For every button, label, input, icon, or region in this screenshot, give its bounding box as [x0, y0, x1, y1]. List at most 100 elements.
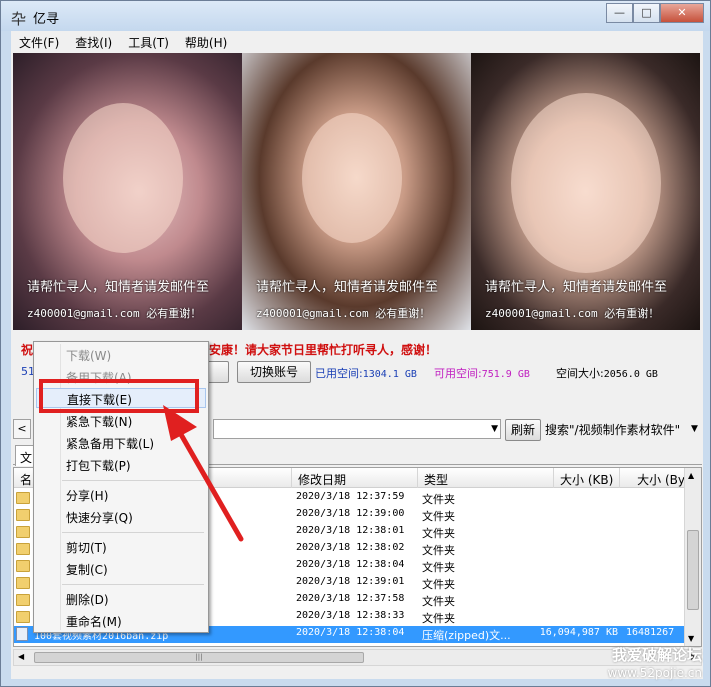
caption-line: 请帮忙寻人，知情者请发邮件至 [256, 280, 439, 295]
row-date: 2020/3/18 12:38:04 [296, 559, 405, 570]
menu-file[interactable]: 文件(F) [11, 31, 67, 53]
row-date: 2020/3/18 12:38:02 [296, 542, 405, 553]
menu-find[interactable]: 查找(I) [67, 31, 120, 53]
caption-line: 请帮忙寻人，知情者请发邮件至 [27, 280, 210, 295]
menu-item-download[interactable]: 下载(W) [34, 345, 208, 365]
folder-icon [16, 526, 30, 538]
row-type: 文件夹 [422, 544, 455, 557]
search-scope-label: 搜索"/视频制作素材软件" [545, 423, 681, 437]
close-button[interactable]: ✕ [660, 3, 704, 23]
menu-item-urgent-backup-download[interactable]: 紧急备用下载(L) [34, 433, 208, 453]
caption-email: z400001@gmail.com 必有重谢！ [256, 307, 431, 320]
total-space-label: 空间大小: [556, 367, 604, 380]
watermark: 我爱破解论坛 www.52pojie.cn [608, 646, 702, 682]
switch-account-button[interactable]: 切换账号 [237, 361, 311, 383]
row-type: 文件夹 [422, 527, 455, 540]
zip-file-icon [16, 627, 28, 641]
row-type: 文件夹 [422, 510, 455, 523]
total-space: 空间大小:2056.0 GB [556, 365, 658, 381]
scroll-thumb[interactable]: ||| [34, 652, 364, 663]
row-size-bytes: 16481267 [626, 627, 675, 638]
annotation-highlight-box [39, 379, 199, 413]
refresh-button[interactable]: 刷新 [505, 419, 541, 441]
photo-caption: 请帮忙寻人，知情者请发邮件至 z400001@gmail.com 必有重谢！ [256, 275, 468, 327]
notice-prefix: 祝 [21, 343, 34, 357]
menu-separator [62, 480, 204, 481]
photo-banner: 请帮忙寻人，知情者请发邮件至 z400001@gmail.com 必有重谢！ 请… [13, 53, 702, 330]
row-date: 2020/3/18 12:37:59 [296, 491, 405, 502]
photo-caption: 请帮忙寻人，知情者请发邮件至 z400001@gmail.com 必有重谢！ [485, 275, 697, 327]
available-space-label: 可用空间: [434, 367, 482, 380]
face-shape [511, 93, 661, 273]
menu-item-delete[interactable]: 删除(D) [34, 589, 208, 609]
menu-item-cut[interactable]: 剪切(T) [34, 537, 208, 557]
menu-item-quick-share[interactable]: 快速分享(Q) [34, 507, 208, 527]
back-button[interactable]: < [13, 419, 31, 439]
face-shape [63, 103, 183, 253]
scroll-up-icon[interactable]: ▲ [688, 471, 694, 480]
menu-tools[interactable]: 工具(T) [120, 31, 177, 53]
row-date: 2020/3/18 12:39:01 [296, 576, 405, 587]
row-date: 2020/3/18 12:38:04 [296, 627, 405, 638]
scroll-left-icon[interactable]: ◀ [18, 652, 24, 661]
title-bar: 卆 亿寻 — □ ✕ [1, 1, 710, 31]
row-type: 文件夹 [422, 578, 455, 591]
used-space-value: 1304.1 GB [362, 369, 417, 380]
row-type: 文件夹 [422, 493, 455, 506]
watermark-url: www.52pojie.cn [607, 666, 702, 680]
maximize-button[interactable]: □ [633, 3, 660, 23]
row-type: 文件夹 [422, 595, 455, 608]
available-space: 可用空间:751.9 GB [434, 365, 530, 381]
window-controls: — □ ✕ [606, 3, 704, 23]
used-space: 已用空间:1304.1 GB [315, 365, 417, 381]
row-type: 压缩(zipped)文... [422, 629, 511, 642]
row-date: 2020/3/18 12:39:00 [296, 508, 405, 519]
minimize-button[interactable]: — [606, 3, 633, 23]
row-date: 2020/3/18 12:38:33 [296, 610, 405, 621]
row-date: 2020/3/18 12:37:58 [296, 593, 405, 604]
row-size-kb: 16,094,987 KB [539, 627, 618, 638]
folder-icon [16, 492, 30, 504]
app-icon: 卆 [11, 10, 27, 28]
menu-help[interactable]: 帮助(H) [177, 31, 235, 53]
menu-separator [62, 532, 204, 533]
menu-item-rename[interactable]: 重命名(M) [34, 611, 208, 631]
window-title: 亿寻 [33, 12, 60, 27]
menu-separator [62, 584, 204, 585]
path-input[interactable]: ▼ [213, 419, 501, 439]
menu-item-share[interactable]: 分享(H) [34, 485, 208, 505]
horizontal-scrollbar[interactable]: ◀ ||| ▶ [13, 649, 702, 666]
folder-icon [16, 543, 30, 555]
menu-bar: 文件(F) 查找(I) 工具(T) 帮助(H) [11, 31, 703, 53]
column-modified[interactable]: 修改日期 [292, 468, 418, 488]
vertical-scrollbar[interactable]: ▲ ▼ [684, 468, 701, 646]
used-space-label: 已用空间: [315, 367, 363, 380]
available-space-value: 751.9 GB [481, 369, 530, 380]
row-type: 文件夹 [422, 561, 455, 574]
missing-person-photo-3: 请帮忙寻人，知情者请发邮件至 z400001@gmail.com 必有重谢！ [471, 53, 700, 330]
column-size-bytes[interactable]: 大小 (By [620, 468, 686, 488]
chevron-down-icon[interactable]: ▼ [691, 424, 698, 434]
chevron-down-icon[interactable]: ▼ [491, 424, 498, 434]
folder-icon [16, 577, 30, 589]
folder-icon [16, 611, 30, 623]
total-space-value: 2056.0 GB [603, 369, 658, 380]
row-type: 文件夹 [422, 612, 455, 625]
scroll-thumb[interactable] [687, 530, 699, 610]
column-type[interactable]: 类型 [418, 468, 554, 488]
menu-item-urgent-download[interactable]: 紧急下载(N) [34, 411, 208, 431]
folder-icon [16, 509, 30, 521]
column-size-kb[interactable]: 大小 (KB) [554, 468, 620, 488]
caption-email: z400001@gmail.com 必有重谢！ [27, 307, 202, 320]
scroll-down-icon[interactable]: ▼ [688, 634, 694, 643]
folder-icon [16, 560, 30, 572]
caption-email: z400001@gmail.com 必有重谢！ [485, 307, 660, 320]
missing-person-photo-1: 请帮忙寻人，知情者请发邮件至 z400001@gmail.com 必有重谢！ [13, 53, 242, 330]
row-date: 2020/3/18 12:38:01 [296, 525, 405, 536]
notice-message: 平安康！请大家节日里帮忙打听寻人，感谢！ [197, 343, 438, 357]
menu-item-copy[interactable]: 复制(C) [34, 559, 208, 579]
watermark-title: 我爱破解论坛 [611, 646, 702, 664]
missing-person-photo-2: 请帮忙寻人，知情者请发邮件至 z400001@gmail.com 必有重谢！ [242, 53, 471, 330]
caption-line: 请帮忙寻人，知情者请发邮件至 [485, 280, 668, 295]
menu-item-package-download[interactable]: 打包下载(P) [34, 455, 208, 475]
